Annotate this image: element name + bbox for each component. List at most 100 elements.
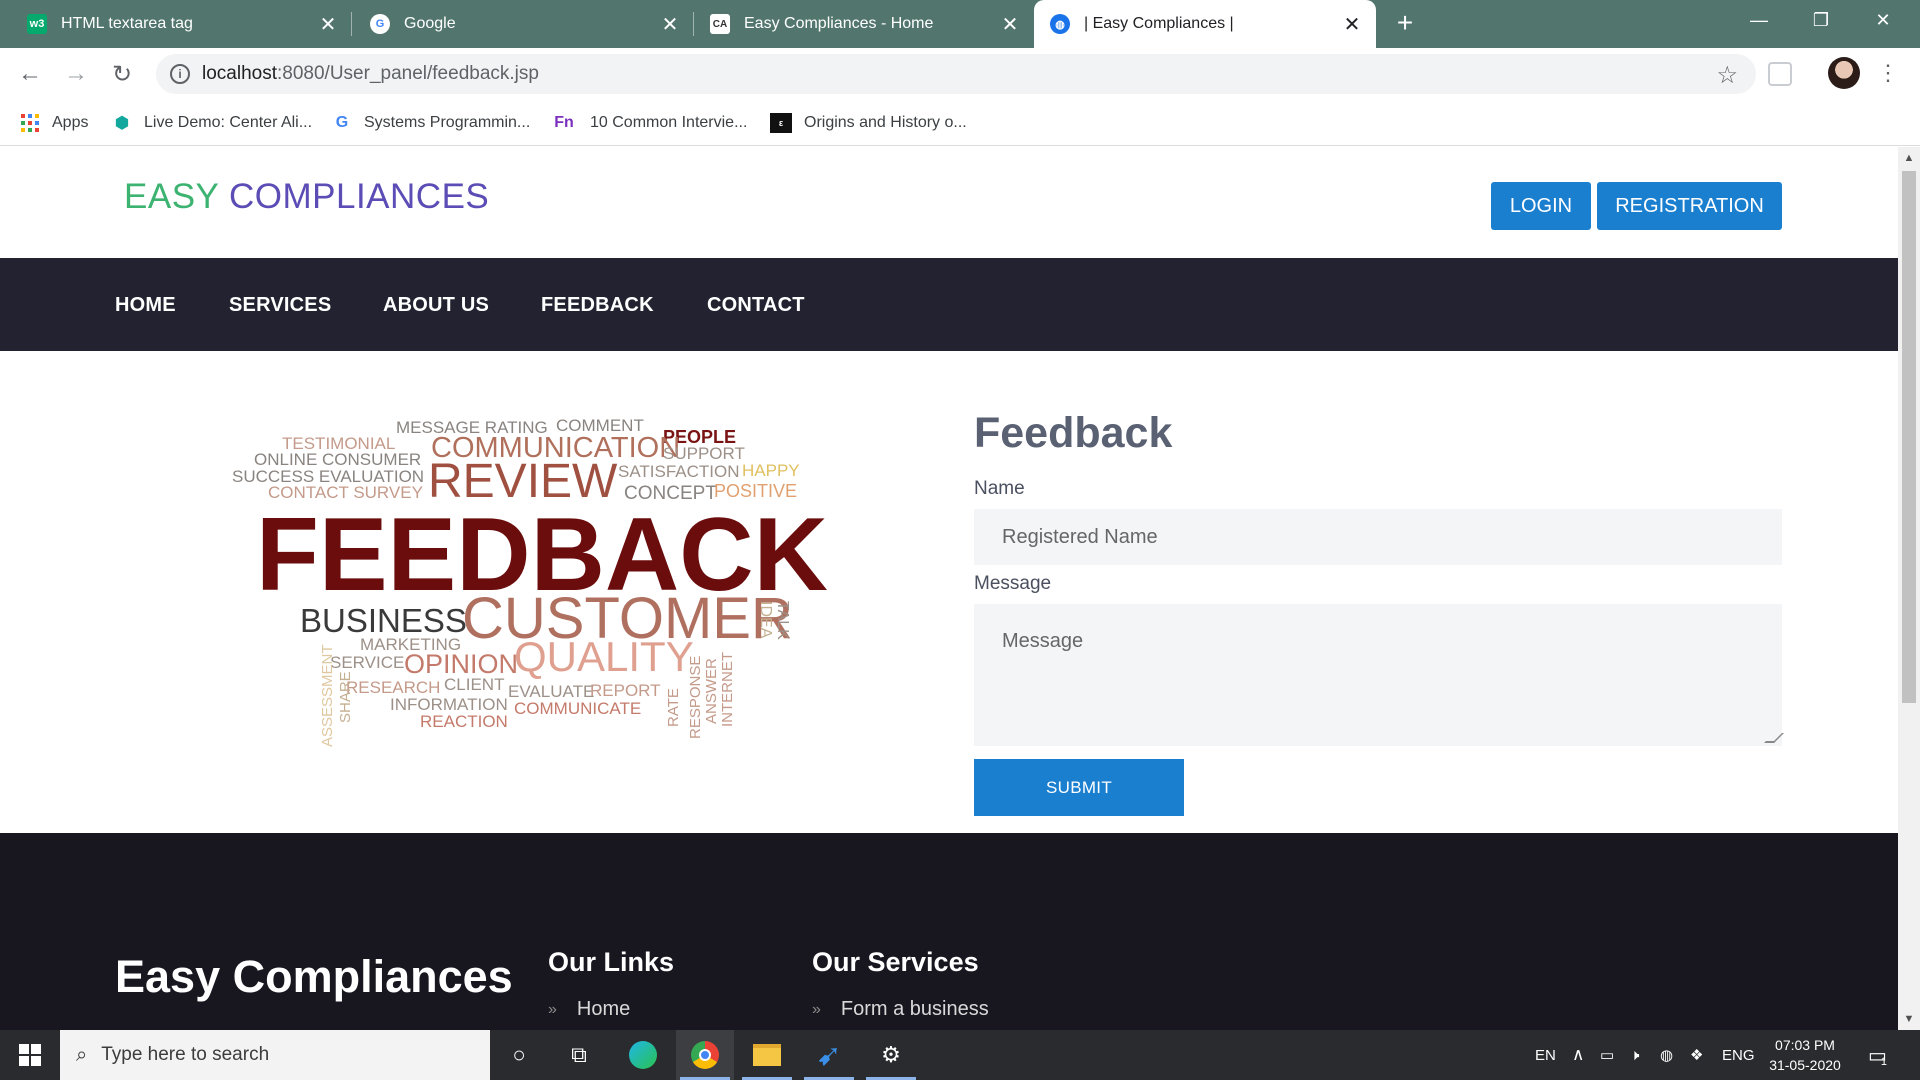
browser-tab-strip: w3 HTML textarea tag ✕ G Google ✕ CA Eas… [0, 0, 1920, 48]
bookmark-label: 10 Common Intervie... [590, 114, 748, 131]
message-label: Message [974, 573, 1052, 594]
logo-word-easy: EASY [124, 177, 219, 216]
footer-brand: Easy Compliances [115, 951, 513, 1002]
apps-grid-icon [20, 113, 40, 133]
close-tab-icon[interactable]: ✕ [998, 12, 1022, 36]
bookmark-star-icon[interactable]: ☆ [1716, 61, 1738, 90]
windows-start-icon[interactable] [0, 1030, 60, 1080]
close-tab-icon[interactable]: ✕ [1340, 12, 1364, 36]
battery-icon[interactable]: ▭ [1600, 1030, 1614, 1080]
info-icon[interactable]: i [170, 64, 190, 84]
bookmark-label: Systems Programmin... [364, 114, 531, 131]
reload-icon[interactable]: ↻ [106, 58, 138, 90]
bookmark-origins-history[interactable]: ε Origins and History o... [770, 111, 967, 135]
browser-toolbar: ← → ↻ i localhost:8080/User_panel/feedba… [0, 48, 1920, 100]
resize-handle-icon[interactable] [1764, 733, 1784, 743]
site-icon: ε [770, 113, 792, 133]
google-icon: G [335, 114, 349, 131]
message-textarea[interactable]: Message [974, 604, 1784, 746]
bookmark-apps[interactable]: Apps [20, 111, 88, 135]
notifications-icon[interactable]: ▭ 1 [1868, 1030, 1887, 1080]
taskbar-search-box[interactable]: ⌕ Type here to search [60, 1030, 490, 1080]
address-bar[interactable]: i localhost:8080/User_panel/feedback.jsp… [156, 54, 1756, 94]
scrollbar-thumb[interactable] [1902, 171, 1916, 703]
back-arrow-icon[interactable]: ← [14, 58, 46, 90]
tab-google[interactable]: G Google ✕ [352, 0, 694, 48]
nav-contact[interactable]: CONTACT [707, 294, 805, 317]
scroll-down-arrow-icon[interactable]: ▼ [1902, 1012, 1916, 1026]
url-host: localhost [202, 63, 277, 84]
footer-service-form-business[interactable]: » Form a business [812, 998, 989, 1021]
network-globe-icon[interactable]: ◍ [1660, 1030, 1673, 1080]
message-placeholder: Message [1002, 630, 1084, 652]
close-tab-icon[interactable]: ✕ [316, 12, 340, 36]
globe-icon: ◍ [1050, 14, 1070, 34]
bookmark-label: Apps [52, 114, 89, 131]
wc-answer: ANSWER [703, 658, 720, 724]
footer-link-home[interactable]: » Home [548, 998, 630, 1021]
nav-services[interactable]: SERVICES [229, 294, 331, 317]
edge-icon[interactable] [614, 1030, 672, 1080]
login-button[interactable]: LOGIN [1491, 182, 1591, 230]
google-icon: G [370, 14, 390, 34]
scroll-up-arrow-icon[interactable]: ▲ [1902, 151, 1916, 165]
volume-muted-icon[interactable]: 🕨 [1630, 1030, 1639, 1080]
dropbox-icon[interactable]: ❖ [1690, 1030, 1703, 1080]
name-label: Name [974, 478, 1025, 499]
double-chevron-right-icon: » [812, 1000, 821, 1018]
input-language[interactable]: ENG [1722, 1030, 1755, 1080]
wc-idea: IDEA [757, 601, 774, 639]
page-scrollbar[interactable]: ▲ ▼ [1898, 147, 1920, 1030]
close-tab-icon[interactable]: ✕ [658, 12, 682, 36]
clock-date: 31-05-2020 [1769, 1057, 1841, 1073]
nav-home[interactable]: HOME [115, 294, 176, 317]
menu-kebab-icon[interactable]: ⋮ [1876, 58, 1900, 90]
close-window-icon[interactable]: ✕ [1852, 0, 1914, 40]
profile-avatar[interactable] [1828, 57, 1860, 89]
chrome-icon[interactable] [676, 1030, 734, 1080]
file-explorer-icon[interactable] [738, 1030, 796, 1080]
fn-icon: Fn [554, 114, 574, 131]
wc-satisfaction: SATISFACTION [618, 462, 740, 481]
new-tab-button[interactable]: + [1391, 9, 1419, 38]
nav-about-us[interactable]: ABOUT US [383, 294, 489, 317]
name-input[interactable]: Registered Name [974, 509, 1782, 565]
url-text[interactable]: localhost:8080/User_panel/feedback.jsp [202, 63, 539, 85]
show-hidden-icons-chevron[interactable]: ∧ [1572, 1030, 1584, 1080]
tab-title: | Easy Compliances | [1084, 15, 1234, 32]
extension-icon[interactable] [1768, 62, 1792, 86]
minimize-icon[interactable]: — [1728, 0, 1790, 40]
wc-talk: TALK [774, 601, 791, 640]
system-clock[interactable]: 07:03 PM 31-05-2020 [1755, 1035, 1855, 1075]
registration-button[interactable]: REGISTRATION [1597, 182, 1782, 230]
task-view-icon[interactable]: ⧉ [550, 1030, 608, 1080]
eclipse-icon[interactable]: ➹ [800, 1030, 858, 1080]
wc-reaction: REACTION [420, 712, 508, 731]
tab-title: Google [404, 15, 456, 32]
nav-feedback[interactable]: FEEDBACK [541, 294, 654, 317]
footer-services-heading: Our Services [812, 947, 979, 977]
logo-word-compliances: COMPLIANCES [228, 177, 490, 216]
site-logo[interactable]: EASY COMPLIANCES [124, 177, 489, 217]
bookmarks-bar: Apps ⬢ Live Demo: Center Ali... G System… [0, 100, 1920, 146]
feedback-heading: Feedback [974, 409, 1173, 457]
cortana-icon[interactable]: ○ [490, 1030, 548, 1080]
tomcat-settings-icon[interactable]: ⚙ [862, 1030, 920, 1080]
restore-icon[interactable]: ❐ [1790, 0, 1852, 40]
submit-button[interactable]: SUBMIT [974, 759, 1184, 816]
tab-easy-compliances-home[interactable]: CA Easy Compliances - Home ✕ [694, 0, 1034, 48]
bookmark-label: Live Demo: Center Ali... [144, 114, 313, 131]
tab-html-textarea[interactable]: w3 HTML textarea tag ✕ [0, 0, 352, 48]
bookmark-common-interview[interactable]: Fn 10 Common Intervie... [550, 111, 747, 135]
bookmark-live-demo[interactable]: ⬢ Live Demo: Center Ali... [112, 111, 312, 135]
url-path: :8080/User_panel/feedback.jsp [277, 63, 539, 84]
forward-arrow-icon[interactable]: → [60, 58, 92, 90]
page-viewport: EASY COMPLIANCES LOGIN REGISTRATION HOME… [0, 147, 1898, 1030]
wc-response: RESPONSE [687, 656, 704, 739]
hexagon-icon: ⬢ [115, 115, 129, 132]
site-icon: CA [710, 14, 730, 34]
tray-lang-short[interactable]: EN [1535, 1030, 1556, 1080]
tab-easy-compliances-feedback[interactable]: ◍ | Easy Compliances | ✕ [1034, 0, 1376, 48]
bookmark-systems-programming[interactable]: G Systems Programmin... [332, 111, 531, 135]
tab-title: HTML textarea tag [61, 15, 193, 32]
